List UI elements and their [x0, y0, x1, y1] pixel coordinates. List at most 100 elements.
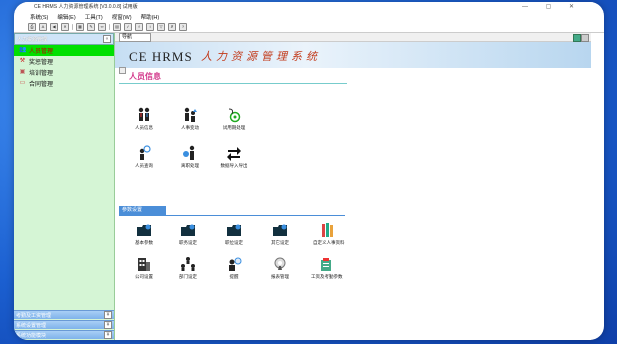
banner-logo: CE HRMS [129, 49, 193, 64]
tile-label: 人员查询 [135, 163, 153, 168]
menu-system[interactable]: 系统(S) [30, 13, 48, 21]
sidebar-footer-system[interactable]: 系统设置管理 ¥ [14, 320, 114, 329]
tile-label: 工资及考勤参数 [311, 274, 343, 279]
edit-icon[interactable]: ✎ [87, 23, 95, 31]
main-content: 导航 CE HRMS 人力资源管理系统 人员信息 人员信息 人事变动 试用期处理… [115, 33, 591, 340]
sidebar-item-training[interactable]: ▣ 培训管理 [14, 67, 114, 78]
sidebar-item-label: 人员管理 [29, 49, 54, 55]
font-icon[interactable]: A [39, 23, 47, 31]
tile-label: 报表管理 [271, 274, 289, 279]
org-icon [180, 256, 196, 272]
filter-icon[interactable]: ▽ [157, 23, 165, 31]
delete-icon[interactable]: ✗ [168, 23, 176, 31]
sidebar-item-rewards[interactable]: ⚒ 奖惩管理 [14, 56, 114, 67]
menu-edit[interactable]: 编辑(E) [57, 13, 75, 21]
section-title-personnel: 人员信息 [129, 72, 161, 81]
title-bar: CE HRMS 人力资源管理系统 [V3.0.0.8] 试用版 — ▢ ✕ [14, 2, 604, 12]
formula-icon[interactable]: f [135, 23, 143, 31]
expand-icon[interactable]: ¥ [104, 321, 112, 329]
tile-other-settings[interactable]: 其它设定 [265, 222, 295, 246]
tile-basic-params[interactable]: 基本参数 [129, 222, 159, 246]
contract-icon: ▭ [19, 80, 26, 86]
tile-label: 人事变动 [181, 125, 199, 130]
sidebar-footer-attendance[interactable]: 考勤及工资管理 ¥ [14, 310, 114, 319]
staff-icon [136, 107, 152, 123]
tile-company-settings[interactable]: 公司设置 [129, 256, 159, 280]
tile-custom-hr-data[interactable]: 自定义人事资料 [313, 222, 345, 246]
sidebar-footer-modules[interactable]: 系统功能模块 ¥ [14, 330, 114, 339]
close-icon[interactable]: ✕ [61, 23, 69, 31]
window-controls[interactable]: — ▢ ✕ [522, 2, 582, 12]
sidebar-item-label: 合同管理 [29, 82, 54, 88]
tile-transfer[interactable]: 人事变动 [175, 107, 205, 131]
people-icon: 👥 [19, 47, 27, 53]
sort-icon[interactable]: ↕ [146, 23, 154, 31]
sidebar-footer-label: 系统功能模块 [16, 332, 47, 339]
tab-prev-icon[interactable] [573, 34, 581, 42]
banner: CE HRMS 人力资源管理系统 [115, 42, 591, 68]
tile-department-settings[interactable]: 部门设定 [173, 256, 203, 280]
report-icon [272, 256, 288, 272]
folder-icon [272, 222, 288, 238]
back-icon[interactable]: ◀ [50, 23, 58, 31]
collapse-icon[interactable]: « [103, 35, 111, 43]
training-icon: ▣ [19, 69, 26, 75]
check-icon[interactable]: ✓ [124, 23, 132, 31]
section-divider [119, 215, 345, 216]
sidebar-header[interactable]: 人力资源管理 « [14, 33, 114, 45]
sidebar-item-personnel[interactable]: 👥 人员管理 [14, 45, 114, 56]
help-icon[interactable]: ? [179, 23, 187, 31]
tile-salary-attendance[interactable]: 工资及考勤参数 [311, 256, 343, 280]
hammer-icon: ⚒ [19, 58, 26, 64]
resign-icon [182, 145, 198, 161]
menu-help[interactable]: 帮助(H) [141, 13, 160, 21]
tab-close-icon[interactable] [581, 34, 589, 42]
tile-staff-query[interactable]: 人员查询 [129, 145, 159, 169]
expand-icon[interactable]: ¥ [104, 311, 112, 319]
tile-label: 离职处理 [181, 163, 199, 168]
tile-reminder[interactable]: 提醒 [219, 256, 249, 280]
tile-label: 基本参数 [135, 240, 153, 245]
sidebar-item-label: 奖惩管理 [29, 60, 54, 66]
toolbar: ⎙ A ◀ ✕ ▦ ✎ ∞ ▤ ✓ f ↕ ▽ ✗ ? [14, 22, 604, 33]
link-icon[interactable]: ∞ [98, 23, 106, 31]
grid-icon[interactable]: ▦ [76, 23, 84, 31]
tile-probation[interactable]: 试用期处理 [219, 107, 249, 131]
import-export-icon [226, 145, 242, 161]
tab-navigation[interactable]: 导航 [119, 33, 151, 42]
tab-bar: 导航 [115, 33, 591, 42]
tile-import-export[interactable]: 数据导入导出 [219, 145, 249, 169]
menu-tools[interactable]: 工具(T) [85, 13, 103, 21]
tile-label: 数据导入导出 [220, 163, 248, 168]
tile-label: 人员信息 [135, 125, 153, 130]
tile-label: 试用期处理 [222, 125, 246, 130]
folder-icon [226, 222, 242, 238]
tile-resign[interactable]: 离职处理 [175, 145, 205, 169]
tile-label: 提醒 [229, 274, 239, 279]
toolbar-separator [72, 24, 73, 30]
tile-label: 部门设定 [179, 274, 197, 279]
building-icon [136, 256, 152, 272]
menu-window[interactable]: 视窗(W) [112, 13, 132, 21]
probation-icon [226, 107, 242, 123]
sidebar-footer-label: 考勤及工资管理 [16, 312, 52, 319]
tile-staff-info[interactable]: 人员信息 [129, 107, 159, 131]
folder-icon [136, 222, 152, 238]
salary-icon [318, 256, 334, 272]
tile-label: 其它设定 [271, 240, 289, 245]
section-title-settings: 参数设置 [119, 206, 166, 215]
tile-label: 自定义人事资料 [313, 240, 345, 245]
tile-report-management[interactable]: 报表管理 [265, 256, 295, 280]
tile-position-settings[interactable]: 职位设定 [219, 222, 249, 246]
books-icon [320, 222, 336, 238]
sidebar-header-label: 人力资源管理 [17, 36, 48, 43]
sidebar-footer-label: 系统设置管理 [16, 322, 47, 329]
tile-duty-settings[interactable]: 职务设定 [173, 222, 203, 246]
menu-bar: 系统(S) 编辑(E) 工具(T) 视窗(W) 帮助(H) [14, 12, 604, 22]
scroll-button[interactable] [119, 67, 126, 74]
sidebar-item-contract[interactable]: ▭ 合同管理 [14, 78, 114, 89]
calc-icon[interactable]: ▤ [113, 23, 121, 31]
expand-icon[interactable]: ¥ [104, 331, 112, 339]
print-icon[interactable]: ⎙ [28, 23, 36, 31]
search-people-icon [136, 145, 152, 161]
